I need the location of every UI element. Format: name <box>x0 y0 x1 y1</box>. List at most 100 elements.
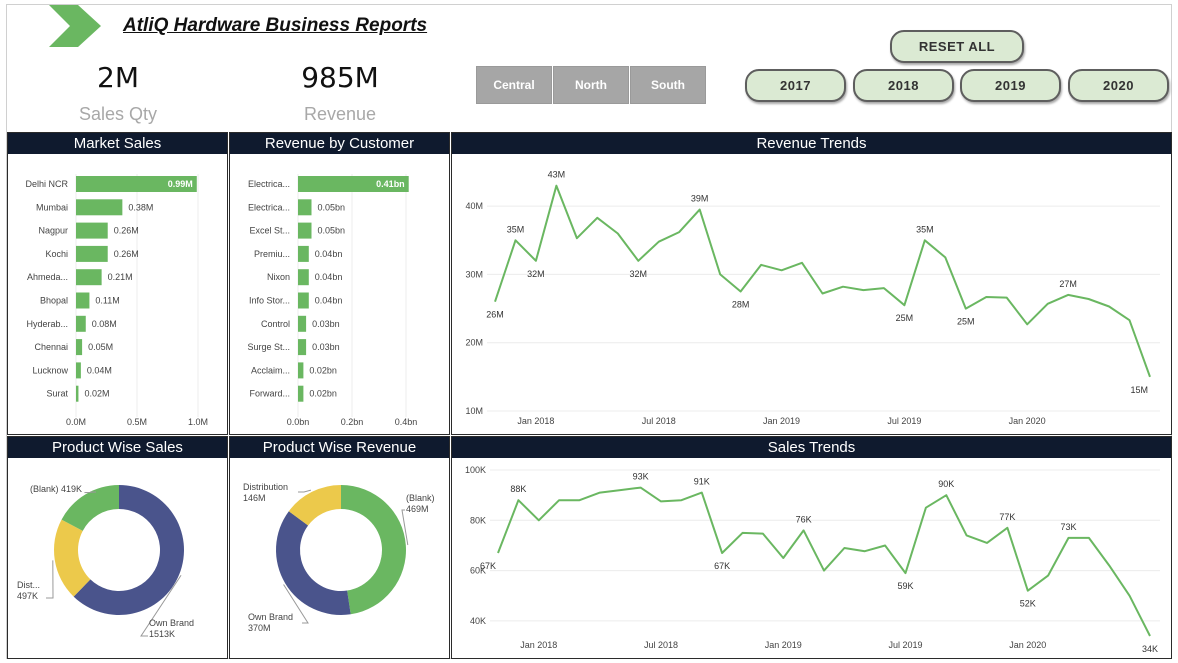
slice-label: (Blank) <box>406 493 435 503</box>
bar <box>298 315 307 332</box>
sales-trends-panel: Sales Trends 40K 60K 80K 100K Jan 2018 Jul 20… <box>451 436 1172 659</box>
data-label: 73K <box>1060 522 1076 532</box>
product-wise-sales-panel: Product Wise Sales Own Brand 1513K Dist...… <box>7 436 228 659</box>
bar <box>76 339 83 356</box>
data-label: 0.26M <box>114 249 139 259</box>
revenue-trends-chart: 10M 20M 30M 40M Jan 2018 Jul 2018 Jan 2019 Jul … <box>465 170 1160 426</box>
x-tick-label: 0.2bn <box>341 417 364 427</box>
revenue-by-customer-panel: Revenue by Customer 0.0bn 0.2bn 0.4bn Elect… <box>229 132 450 435</box>
bar <box>76 199 123 216</box>
market-sales-chart: 0.0M 0.5M 1.0M Delhi NCR 0.99M Mumbai 0.38M Nag… <box>25 174 208 427</box>
kpi-sales-qty-value: 2M <box>97 61 139 94</box>
bar <box>298 269 309 286</box>
bar <box>76 269 102 286</box>
slice-label: 469M <box>406 504 429 514</box>
data-label: 25M <box>896 313 914 323</box>
data-label: 28M <box>732 300 750 310</box>
kpi-revenue-label: Revenue <box>303 104 377 124</box>
category-label: Bhopal <box>40 296 68 306</box>
panel-title: Revenue Trends <box>452 133 1171 154</box>
bar <box>298 292 309 309</box>
reset-all-button[interactable]: RESET ALL <box>890 30 1024 63</box>
data-label: 52K <box>1020 599 1036 609</box>
year-button-2018[interactable]: 2018 <box>853 69 954 102</box>
data-label: 0.04bn <box>315 296 343 306</box>
category-label: Nagpur <box>38 226 68 236</box>
category-label: Lucknow <box>32 365 68 375</box>
year-button-2020[interactable]: 2020 <box>1068 69 1169 102</box>
product-wise-revenue-panel: Product Wise Revenue (Blank) 469M Own Bran… <box>229 436 450 659</box>
data-label: 0.03bn <box>312 342 340 352</box>
x-tick-label: Jan 2018 <box>517 416 554 426</box>
data-label: 0.21M <box>108 272 133 282</box>
category-label: Chennai <box>34 342 68 352</box>
slice-label: 1513K <box>149 629 175 639</box>
category-label: Premiu... <box>254 249 290 259</box>
revenue-trends-panel: Revenue Trends 10M 20M 30M 40M Jan 2018 Jul 2… <box>451 132 1172 435</box>
data-label: 77K <box>999 512 1015 522</box>
slice-label: Dist... <box>17 580 40 590</box>
category-label: Delhi NCR <box>25 179 68 189</box>
chevron-logo-icon <box>49 5 101 47</box>
category-label: Acclaim... <box>251 365 290 375</box>
series-line <box>497 486 1151 637</box>
leader-line <box>84 491 97 494</box>
bar <box>298 199 312 216</box>
product-wise-sales-chart: Own Brand1513K Dist...497K (Blank) 419K <box>17 484 194 639</box>
data-label: 0.04bn <box>315 249 343 259</box>
x-tick-label: Jul 2019 <box>888 640 922 650</box>
sales-trends-chart: 40K60K80K100KJan 2018 Jul 2018 Jan 2019 Jul… <box>465 465 1160 654</box>
product-wise-revenue-chart: (Blank)469M Own Brand370M Distribution146M <box>243 482 435 633</box>
y-tick-label: 40K <box>470 616 486 626</box>
data-label: 0.38M <box>128 202 153 212</box>
data-label: 35M <box>507 224 525 234</box>
series-line <box>494 184 1151 378</box>
data-label: 67K <box>714 561 730 571</box>
leader-line <box>298 489 312 493</box>
panel-title: Market Sales <box>8 133 227 154</box>
data-label: 76K <box>796 514 812 524</box>
donut-slice <box>276 511 351 615</box>
category-label: Info Stor... <box>249 296 290 306</box>
data-label: 39M <box>691 194 709 204</box>
bar <box>76 222 108 239</box>
panel-title: Product Wise Revenue <box>230 437 449 458</box>
region-button-north[interactable]: North <box>553 66 629 104</box>
data-label: 0.02M <box>84 389 109 399</box>
region-button-south[interactable]: South <box>630 66 706 104</box>
bar <box>76 245 108 262</box>
donut-slice <box>341 485 406 615</box>
bar <box>76 362 81 379</box>
data-label: 0.26M <box>114 226 139 236</box>
panel-title: Revenue by Customer <box>230 133 449 154</box>
y-tick-label: 30M <box>465 269 483 279</box>
data-label: 35M <box>916 224 934 234</box>
data-label: 67K <box>480 561 496 571</box>
x-tick-label: Jul 2018 <box>644 640 678 650</box>
market-sales-panel: Market Sales 0.0M 0.5M 1.0M Delhi NCR 0.99M M… <box>7 132 228 435</box>
data-label: 0.04bn <box>315 272 343 282</box>
y-tick-label: 20M <box>465 338 483 348</box>
revenue-by-customer-chart: 0.0bn 0.2bn 0.4bn Electrica... 0.41bn Electri… <box>247 174 418 427</box>
data-label: 25M <box>957 317 975 327</box>
bar <box>76 315 86 332</box>
data-label: 15M <box>1130 385 1148 395</box>
slice-label: 497K <box>17 591 38 601</box>
year-button-2019[interactable]: 2019 <box>960 69 1061 102</box>
data-label: 43M <box>548 170 566 180</box>
x-tick-label: Jan 2018 <box>520 640 557 650</box>
data-label: 26M <box>486 310 504 320</box>
report-title: AtliQ Hardware Business Reports <box>123 15 428 36</box>
slice-label: 146M <box>243 493 266 503</box>
x-tick-label: 1.0M <box>188 417 208 427</box>
y-tick-label: 100K <box>465 465 486 475</box>
x-tick-label: 0.4bn <box>395 417 418 427</box>
region-button-central[interactable]: Central <box>476 66 552 104</box>
bar <box>298 245 309 262</box>
x-tick-label: 0.0bn <box>287 417 310 427</box>
category-label: Ahmeda... <box>27 272 68 282</box>
slice-label: Own Brand <box>149 618 194 628</box>
year-button-2017[interactable]: 2017 <box>745 69 846 102</box>
data-label: 90K <box>938 479 954 489</box>
bar <box>298 385 304 402</box>
